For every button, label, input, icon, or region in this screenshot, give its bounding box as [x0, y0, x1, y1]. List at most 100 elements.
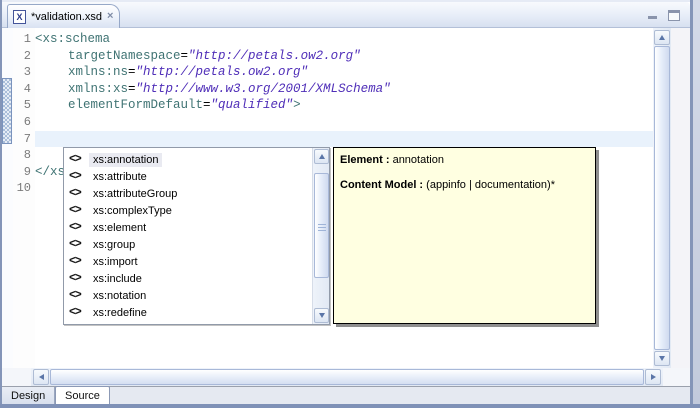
xml-element-icon: <> — [69, 255, 89, 268]
vertical-scrollbar-thumb[interactable] — [654, 46, 670, 350]
line-number-ruler[interactable]: 12345678910 — [13, 28, 35, 368]
content-assist-list[interactable]: <>xs:annotation<>xs:attribute<>xs:attrib… — [65, 149, 311, 323]
code-token-val: "http://petals.ow2.org" — [136, 65, 309, 79]
content-assist-item[interactable]: <>xs:import — [65, 253, 311, 270]
code-line[interactable]: elementFormDefault="qualified"> — [35, 97, 653, 114]
tab-close-icon[interactable]: × — [107, 11, 113, 22]
content-assist-item-label: xs:import — [89, 255, 142, 269]
scroll-down-icon[interactable] — [654, 351, 670, 366]
scroll-down-icon[interactable] — [314, 308, 329, 323]
code-token-attr: targetNamespace — [68, 49, 181, 63]
code-token-attr: xmlns:xs — [68, 82, 128, 96]
code-token-attr: elementFormDefault — [68, 98, 203, 112]
code-token-val: "qualified" — [211, 98, 294, 112]
xml-element-icon: <> — [69, 170, 89, 183]
content-assist-item[interactable]: <>xs:group — [65, 236, 311, 253]
line-number: 7 — [13, 131, 35, 148]
tooltip-content-model-label: Content Model : — [340, 179, 423, 191]
tab-source[interactable]: Source — [55, 386, 110, 405]
xml-element-icon: <> — [69, 187, 89, 200]
content-assist-popup: <>xs:annotation<>xs:attribute<>xs:attrib… — [63, 147, 330, 325]
code-token-val: "http://petals.ow2.org" — [188, 49, 361, 63]
overview-ruler — [671, 28, 690, 368]
code-line[interactable]: xmlns:xs="http://www.w3.org/2001/XMLSche… — [35, 81, 653, 98]
code-line[interactable]: <xs:schema — [35, 31, 653, 48]
annotation-ruler[interactable] — [2, 28, 13, 368]
content-assist-item[interactable]: <>xs:element — [65, 219, 311, 236]
content-assist-item-label: xs:element — [89, 221, 150, 235]
tooltip-content-model-value: (appinfo | documentation)* — [423, 179, 555, 191]
xml-element-icon: <> — [69, 306, 89, 319]
scroll-right-icon[interactable] — [645, 369, 661, 385]
line-number: 10 — [13, 180, 35, 197]
line-number: 8 — [13, 147, 35, 164]
tooltip-element-line: Element : annotation — [340, 153, 589, 167]
xml-element-icon: <> — [69, 238, 89, 251]
code-token-eq: = — [203, 98, 211, 112]
line-number: 1 — [13, 31, 35, 48]
line-number: 5 — [13, 97, 35, 114]
code-line[interactable]: targetNamespace="http://petals.ow2.org" — [35, 48, 653, 65]
current-line[interactable] — [35, 131, 653, 148]
content-assist-item-label: xs:attribute — [89, 170, 151, 184]
tooltip-element-label: Element : — [340, 154, 390, 166]
content-assist-item[interactable]: <>xs:attribute — [65, 168, 311, 185]
vertical-scrollbar[interactable] — [653, 28, 671, 368]
code-token-eq: = — [181, 49, 189, 63]
content-assist-scrollbar[interactable] — [312, 148, 329, 324]
content-assist-item-label: xs:group — [89, 238, 139, 252]
scroll-left-icon[interactable] — [33, 369, 49, 385]
content-assist-item[interactable]: <>xs:redefine — [65, 304, 311, 321]
content-assist-item[interactable]: <>xs:attributeGroup — [65, 185, 311, 202]
content-assist-item[interactable]: <>xs:annotation — [65, 151, 311, 168]
content-assist-item-label: xs:attributeGroup — [89, 187, 181, 201]
horizontal-scrollbar-row — [2, 368, 690, 386]
minimize-view-icon[interactable] — [648, 10, 658, 20]
page-tab-bar: Design Source — [2, 386, 690, 404]
code-line[interactable] — [35, 114, 653, 131]
line-number: 6 — [13, 114, 35, 131]
line-number: 4 — [13, 81, 35, 98]
horizontal-scrollbar[interactable] — [31, 368, 663, 386]
tab-design[interactable]: Design — [2, 387, 55, 405]
tab-validation-xsd[interactable]: X *validation.xsd × — [7, 4, 120, 28]
content-assist-item-label: xs:complexType — [89, 204, 176, 218]
xml-file-icon: X — [13, 10, 26, 24]
code-token-eq: = — [128, 65, 136, 79]
window-frame-outer — [693, 0, 700, 408]
horizontal-scrollbar-thumb[interactable] — [50, 369, 644, 385]
tooltip-element-value: annotation — [390, 154, 444, 166]
xml-element-icon: <> — [69, 289, 89, 302]
scroll-up-icon[interactable] — [654, 30, 670, 45]
content-assist-scrollbar-thumb[interactable] — [314, 173, 329, 278]
window-frame-left — [0, 0, 2, 408]
content-assist-item-label: xs:include — [89, 272, 146, 286]
xml-element-icon: <> — [69, 221, 89, 234]
code-token-tag: <xs:schema — [35, 32, 110, 46]
xml-element-icon: <> — [69, 272, 89, 285]
line-number: 2 — [13, 48, 35, 65]
xml-element-icon: <> — [69, 204, 89, 217]
tab-title: *validation.xsd — [31, 11, 102, 23]
content-assist-item-label: xs:annotation — [89, 153, 162, 167]
xsd-editor-window: X *validation.xsd × 12345678910 <xs:sche… — [0, 0, 700, 408]
xml-element-icon: <> — [69, 153, 89, 166]
editor-tab-bar: X *validation.xsd × — [2, 2, 690, 28]
window-frame-bottom — [0, 404, 700, 408]
content-assist-item-label: xs:notation — [89, 289, 150, 303]
content-assist-item[interactable]: <>xs:include — [65, 270, 311, 287]
code-token-tag: > — [293, 98, 301, 112]
content-assist-item-label: xs:redefine — [89, 306, 151, 320]
content-assist-item[interactable]: <>xs:complexType — [65, 202, 311, 219]
scroll-up-icon[interactable] — [314, 149, 329, 164]
tooltip-content-model-line: Content Model : (appinfo | documentation… — [340, 178, 589, 192]
maximize-view-icon[interactable] — [668, 10, 680, 21]
range-indicator — [2, 78, 12, 144]
code-line[interactable]: xmlns:ns="http://petals.ow2.org" — [35, 64, 653, 81]
code-token-eq: = — [128, 82, 136, 96]
code-token-attr: xmlns:ns — [68, 65, 128, 79]
line-number: 3 — [13, 64, 35, 81]
code-token-val: "http://www.w3.org/2001/XMLSchema" — [136, 82, 391, 96]
content-assist-item[interactable]: <>xs:notation — [65, 287, 311, 304]
documentation-tooltip: Element : annotation Content Model : (ap… — [333, 147, 596, 324]
